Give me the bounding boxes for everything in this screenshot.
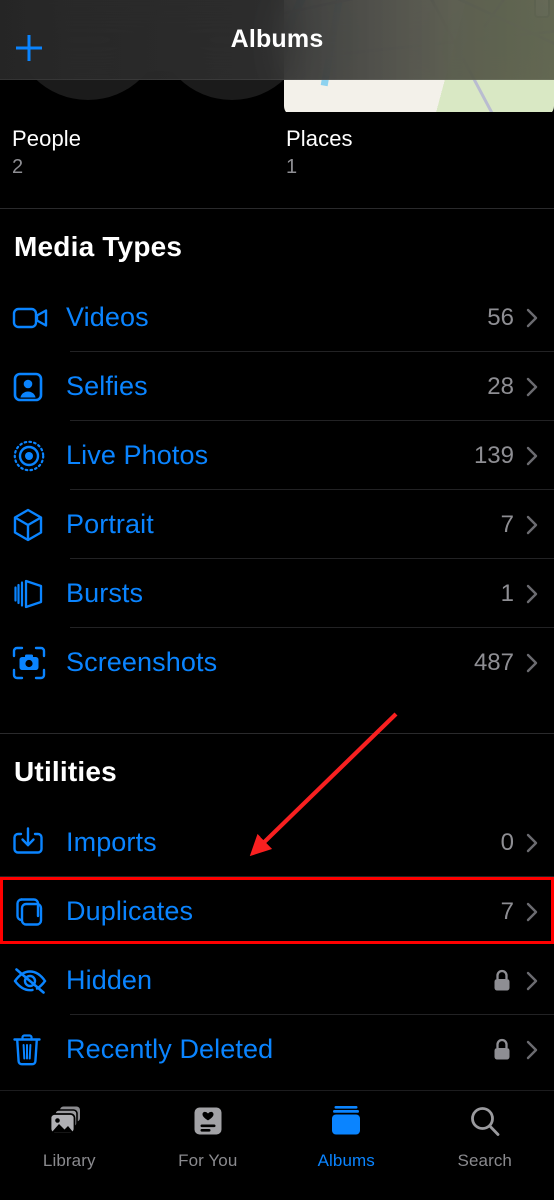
lock-icon <box>492 969 512 993</box>
album-card-label: People <box>12 126 82 151</box>
photos-albums-screen: People 2 Places 1 Media Types Videos 56 … <box>0 0 554 1200</box>
list-item-videos[interactable]: Videos 56 <box>0 283 554 352</box>
chevron-right-icon <box>526 376 540 398</box>
chevron-right-icon <box>526 832 540 854</box>
tab-bar: Library For You Albums Search <box>0 1090 554 1200</box>
tab-label: Library <box>42 1151 96 1170</box>
magnifier-icon <box>468 1105 502 1144</box>
navigation-bar: Albums <box>0 0 554 80</box>
list-item-label: Portrait <box>66 509 154 539</box>
tab-label: Albums <box>317 1151 375 1170</box>
selfie-person-icon <box>12 371 56 403</box>
lock-icon <box>492 1038 512 1062</box>
list-item-screenshots[interactable]: Screenshots 487 <box>0 628 554 697</box>
burst-stack-icon <box>12 577 56 611</box>
list-item-count: 7 <box>500 510 514 538</box>
list-item-label: Live Photos <box>66 440 209 470</box>
list-item-count: 0 <box>500 828 514 856</box>
list-item-count: 7 <box>500 897 514 925</box>
trash-icon <box>12 1033 56 1066</box>
list-item-recently-deleted[interactable]: Recently Deleted <box>0 1015 554 1084</box>
chevron-right-icon <box>526 970 540 992</box>
list-item-label: Videos <box>66 302 149 332</box>
photo-stack-icon <box>49 1105 89 1144</box>
list-item-label: Bursts <box>66 578 144 608</box>
import-tray-icon <box>12 826 56 859</box>
tab-albums[interactable]: Albums <box>277 1105 416 1171</box>
eye-slash-icon <box>12 967 56 995</box>
chevron-right-icon <box>526 652 540 674</box>
list-item-selfies[interactable]: Selfies 28 <box>0 352 554 421</box>
list-item-portrait[interactable]: Portrait 7 <box>0 490 554 559</box>
list-item-count: 28 <box>487 372 514 400</box>
tab-label: Search <box>457 1151 512 1170</box>
section-title-media-types: Media Types <box>14 231 183 262</box>
tab-for-you[interactable]: For You <box>139 1105 278 1171</box>
tab-search[interactable]: Search <box>416 1105 554 1171</box>
page-title: Albums <box>230 25 324 53</box>
section-title-utilities: Utilities <box>14 756 117 787</box>
list-item-label: Selfies <box>66 371 148 401</box>
tab-library[interactable]: Library <box>0 1105 139 1171</box>
list-item-count: 139 <box>473 441 514 469</box>
list-item-count: 1 <box>500 579 514 607</box>
list-item-duplicates[interactable]: Duplicates 7 <box>0 877 554 946</box>
albums-scroll-area[interactable]: People 2 Places 1 Media Types Videos 56 … <box>0 0 554 1090</box>
chevron-right-icon <box>526 901 540 923</box>
list-item-label: Hidden <box>66 965 153 995</box>
album-card-count: 2 <box>12 156 24 178</box>
screenshot-camera-icon <box>12 646 56 680</box>
list-item-count: 56 <box>487 303 514 331</box>
chevron-right-icon <box>526 1039 540 1061</box>
album-card-count: 1 <box>286 156 298 178</box>
video-camera-icon <box>12 304 56 332</box>
list-item-imports[interactable]: Imports 0 <box>0 808 554 877</box>
list-item-hidden[interactable]: Hidden <box>0 946 554 1015</box>
albums-books-icon <box>329 1105 363 1144</box>
list-item-label: Imports <box>66 827 157 857</box>
list-item-label: Recently Deleted <box>66 1034 274 1064</box>
for-you-card-icon <box>191 1105 225 1144</box>
duplicate-squares-icon <box>12 895 56 929</box>
add-album-button[interactable] <box>12 31 46 65</box>
live-photo-icon <box>12 439 56 473</box>
tab-label: For You <box>178 1151 238 1170</box>
list-item-live-photos[interactable]: Live Photos 139 <box>0 421 554 490</box>
list-item-label: Screenshots <box>66 647 218 677</box>
album-card-label: Places <box>286 126 353 151</box>
chevron-right-icon <box>526 514 540 536</box>
chevron-right-icon <box>526 445 540 467</box>
cube-icon <box>12 508 56 542</box>
chevron-right-icon <box>526 307 540 329</box>
list-item-label: Duplicates <box>66 896 194 926</box>
chevron-right-icon <box>526 583 540 605</box>
list-item-count: 487 <box>473 648 514 676</box>
list-item-bursts[interactable]: Bursts 1 <box>0 559 554 628</box>
